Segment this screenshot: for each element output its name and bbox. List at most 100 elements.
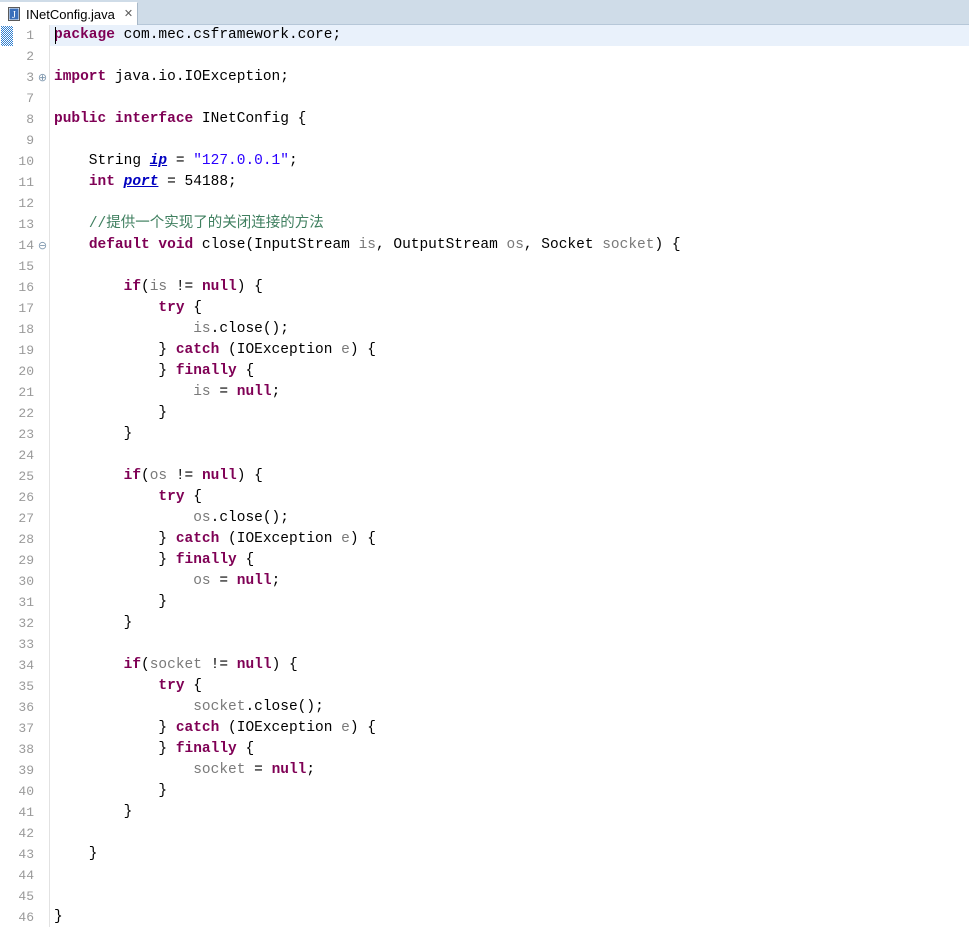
line-number: 7 (26, 91, 34, 106)
code-line[interactable]: } (50, 802, 969, 823)
code-line[interactable] (50, 823, 969, 844)
code-line[interactable]: try { (50, 676, 969, 697)
token-plain: } (54, 720, 176, 736)
code-line[interactable] (50, 634, 969, 655)
code-text-area[interactable]: package com.mec.csframework.core; import… (50, 25, 969, 927)
line-number: 38 (18, 742, 34, 757)
code-line[interactable]: default void close(InputStream is, Outpu… (50, 235, 969, 256)
code-line[interactable]: } catch (IOException e) { (50, 718, 969, 739)
code-line[interactable]: import java.io.IOException; (50, 67, 969, 88)
token-plain: != (167, 468, 202, 484)
token-kw: finally (175, 552, 237, 568)
code-line[interactable]: } (50, 592, 969, 613)
token-field: ip (149, 153, 168, 169)
code-line[interactable]: try { (50, 487, 969, 508)
fold-cell-empty (36, 256, 49, 277)
close-icon[interactable]: ✕ (124, 8, 133, 20)
line-number: 34 (18, 658, 34, 673)
line-number: 24 (18, 448, 34, 463)
fold-expand-icon[interactable]: ⊕ (36, 67, 49, 88)
code-line[interactable]: is = null; (50, 382, 969, 403)
fold-cell-empty (36, 634, 49, 655)
token-plain: } (54, 552, 176, 568)
token-kw: if (123, 657, 142, 673)
token-plain: ( (141, 657, 150, 673)
fold-cell-empty (36, 508, 49, 529)
fold-cell-empty (36, 361, 49, 382)
fold-cell-empty (36, 886, 49, 907)
code-line[interactable] (50, 865, 969, 886)
line-number: 46 (18, 910, 34, 925)
code-line[interactable]: } (50, 613, 969, 634)
token-kw: null (201, 279, 237, 295)
annotation-ruler[interactable] (0, 25, 14, 927)
token-plain: .close(); (210, 321, 289, 337)
token-kw: try (158, 300, 185, 316)
fold-cell-empty (36, 151, 49, 172)
code-line[interactable] (50, 886, 969, 907)
token-param: is (358, 237, 376, 253)
code-line[interactable]: if(is != null) { (50, 277, 969, 298)
token-plain: , OutputStream (375, 237, 507, 253)
code-line[interactable]: String ip = "127.0.0.1"; (50, 151, 969, 172)
code-line-current[interactable]: package com.mec.csframework.core; (50, 25, 969, 46)
code-line[interactable] (50, 256, 969, 277)
token-plain: String (54, 153, 150, 169)
code-line[interactable]: if(os != null) { (50, 466, 969, 487)
code-line[interactable]: } (50, 781, 969, 802)
line-number: 13 (18, 217, 34, 232)
code-line[interactable]: } (50, 907, 969, 927)
token-kw: if (123, 279, 142, 295)
code-line[interactable]: socket.close(); (50, 697, 969, 718)
text-caret (55, 27, 56, 44)
fold-cell-empty (36, 109, 49, 130)
fold-cell-empty (36, 592, 49, 613)
line-number: 28 (18, 532, 34, 547)
fold-cell-empty (36, 193, 49, 214)
fold-cell-empty (36, 277, 49, 298)
code-line[interactable]: is.close(); (50, 319, 969, 340)
code-line[interactable] (50, 193, 969, 214)
fold-collapse-icon[interactable]: ⊖ (36, 235, 49, 256)
editor-tab-inetconfig[interactable]: J INetConfig.java ✕ (0, 2, 139, 25)
code-line[interactable] (50, 46, 969, 67)
code-line[interactable]: } catch (IOException e) { (50, 340, 969, 361)
token-plain: { (184, 489, 202, 505)
line-number: 37 (18, 721, 34, 736)
code-line[interactable]: } (50, 424, 969, 445)
code-line[interactable]: public interface INetConfig { (50, 109, 969, 130)
line-number: 9 (26, 133, 34, 148)
token-kw: catch (175, 342, 220, 358)
code-line[interactable]: } finally { (50, 361, 969, 382)
code-line[interactable]: socket = null; (50, 760, 969, 781)
line-number: 17 (18, 301, 34, 316)
code-folding-ruler[interactable]: ⊕ ⊖ (36, 25, 50, 927)
code-line[interactable]: } (50, 844, 969, 865)
code-line[interactable]: try { (50, 298, 969, 319)
code-line[interactable]: } catch (IOException e) { (50, 529, 969, 550)
code-line[interactable]: } finally { (50, 739, 969, 760)
code-line[interactable]: if(socket != null) { (50, 655, 969, 676)
code-line[interactable] (50, 88, 969, 109)
token-kw: import (54, 69, 107, 85)
fold-cell-empty (36, 760, 49, 781)
code-line[interactable]: os = null; (50, 571, 969, 592)
code-line[interactable]: int port = 54188; (50, 172, 969, 193)
token-kw: public interface (54, 111, 194, 127)
fold-cell-empty (36, 907, 49, 927)
token-plain: != (201, 657, 237, 673)
line-number: 31 (18, 595, 34, 610)
fold-cell-empty (36, 676, 49, 697)
code-line[interactable]: } finally { (50, 550, 969, 571)
line-number: 23 (18, 427, 34, 442)
fold-cell-empty (36, 613, 49, 634)
line-number: 18 (18, 322, 34, 337)
code-line[interactable] (50, 130, 969, 151)
code-line[interactable]: os.close(); (50, 508, 969, 529)
code-line[interactable]: } (50, 403, 969, 424)
code-line[interactable] (50, 445, 969, 466)
code-line[interactable]: //提供一个实现了的关闭连接的方法 (50, 214, 969, 235)
